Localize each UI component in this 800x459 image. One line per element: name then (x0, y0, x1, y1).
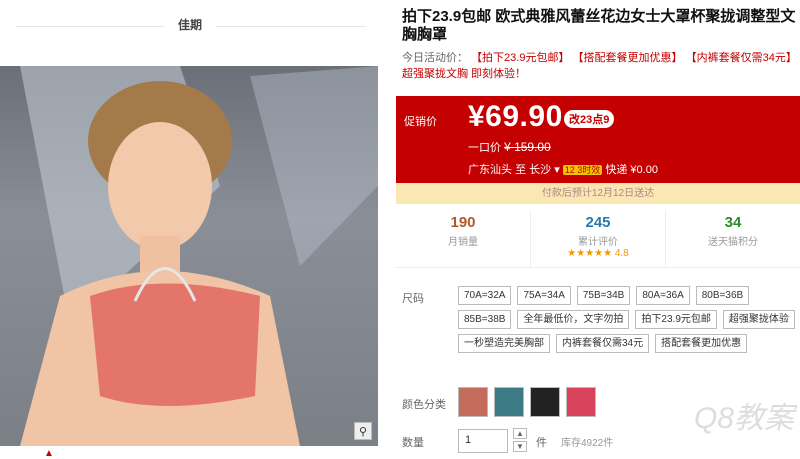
size-option[interactable]: 一秒塑造完美胸部 (458, 334, 550, 353)
size-option[interactable]: 搭配套餐更加优惠 (655, 334, 748, 353)
size-option[interactable]: 全年最低价，文字勿拍 (517, 310, 630, 329)
stat-num: 190 (450, 214, 476, 231)
price-band: 促销价 ¥69.90 改23点9 一口价 ¥ 159.00 广东汕头 至 长沙 … (396, 96, 800, 183)
delivery-estimate: 付款后预计12月12日送达 (396, 183, 800, 204)
stock-count: 库存4922件 (561, 438, 614, 449)
product-photo[interactable]: ⚲ (0, 66, 378, 446)
promo-price-label: 促销价 (404, 116, 437, 128)
color-swatch[interactable] (494, 387, 524, 417)
stat-num: 245 (585, 214, 611, 231)
quantity-input[interactable]: 1 (458, 429, 508, 453)
up-arrow-icon[interactable]: ▲ (44, 448, 54, 459)
product-image-panel: 佳期 ⚲ ▲ (0, 0, 385, 459)
stat-num: 34 (724, 214, 742, 231)
brand-divider-right (216, 26, 366, 27)
model-illustration (20, 66, 378, 446)
size-option[interactable]: 拍下23.9元包邮 (635, 310, 717, 329)
original-price: 一口价 ¥ 159.00 (468, 139, 551, 155)
product-title: 拍下23.9包邮 欧式典雅风蕾丝花边女士大罩杯聚拢调整型文胸胸罩 (402, 8, 796, 43)
original-price-label: 一口价 (468, 142, 501, 154)
size-option[interactable]: 85B=38B (458, 310, 512, 329)
stat-reviews[interactable]: 245 累计评价 ★★★★★ 4.8 (531, 210, 666, 267)
size-option[interactable]: 内裤套餐仅需34元 (556, 334, 650, 353)
size-option[interactable]: 70A=32A (458, 286, 512, 305)
stat-label: 累计评价 (578, 237, 618, 248)
activity-item[interactable]: 【搭配套餐更加优惠】 (573, 52, 683, 64)
activity-item[interactable]: 超强聚拢文胸 即刻体验！ (402, 68, 526, 80)
price-badge: 改23点9 (564, 110, 615, 128)
product-info-panel: 拍下23.9包邮 欧式典雅风蕾丝花边女士大罩杯聚拢调整型文胸胸罩 今日活动价： … (396, 0, 800, 459)
color-swatch[interactable] (458, 387, 488, 417)
promo-price: ¥69.90 (468, 100, 563, 133)
ship-from: 广东汕头 (468, 164, 512, 176)
ship-to-dropdown[interactable]: 长沙 (529, 164, 551, 176)
color-options (458, 387, 596, 417)
quantity-decrease-button[interactable]: ▼ (513, 441, 527, 452)
activity-line: 今日活动价： 【拍下23.9元包邮】 【搭配套餐更加优惠】 【内裤套餐仅需34元… (402, 50, 800, 82)
original-price-value: ¥ 159.00 (504, 140, 551, 154)
quantity-unit: 件 (536, 437, 547, 449)
magnifier-icon[interactable]: ⚲ (354, 422, 372, 440)
size-label: 尺码 (402, 293, 424, 305)
color-swatch[interactable] (530, 387, 560, 417)
size-option[interactable]: 75B=34B (576, 286, 631, 305)
activity-item[interactable]: 【拍下23.9元包邮】 (471, 52, 569, 64)
activity-item[interactable]: 【内裤套餐仅需34元】 (686, 52, 797, 64)
activity-prefix: 今日活动价： (402, 52, 468, 64)
stats-row: 190 月销量 245 累计评价 ★★★★★ 4.8 34 送天猫积分 (396, 210, 800, 268)
watermark: Q8教案 (693, 402, 794, 435)
stat-points: 34 送天猫积分 (666, 210, 800, 267)
shipping-line: 广东汕头 至 长沙 ▾ 12 3时效 快递 ¥0.00 (468, 161, 658, 177)
size-options: 70A=32A 75A=34A 75B=34B 80A=36A 80B=36B … (458, 286, 798, 353)
rating-value: 4.8 (614, 248, 629, 259)
stat-label: 送天猫积分 (708, 237, 758, 248)
ship-fee: 快递 ¥0.00 (605, 164, 658, 176)
quantity-increase-button[interactable]: ▲ (513, 428, 527, 439)
stat-label: 月销量 (448, 237, 478, 248)
rating-stars: ★★★★★ 4.8 (567, 248, 629, 259)
brand-row: 佳期 (0, 0, 385, 60)
size-option[interactable]: 80A=36A (636, 286, 690, 305)
stat-monthly-sales: 190 月销量 (396, 210, 531, 267)
chevron-down-icon[interactable]: ▾ (554, 164, 560, 176)
size-option[interactable]: 80B=36B (695, 286, 750, 305)
size-option[interactable]: 超强聚拢体验 (722, 310, 795, 329)
color-label: 颜色分类 (402, 399, 446, 411)
ship-tag: 12 3时效 (562, 165, 603, 175)
brand-name[interactable]: 佳期 (170, 16, 210, 33)
ship-to-prefix: 至 (515, 164, 527, 176)
color-swatch[interactable] (566, 387, 596, 417)
size-option[interactable]: 75A=34A (517, 286, 571, 305)
brand-divider-left (16, 26, 164, 27)
quantity-label: 数量 (402, 437, 424, 449)
